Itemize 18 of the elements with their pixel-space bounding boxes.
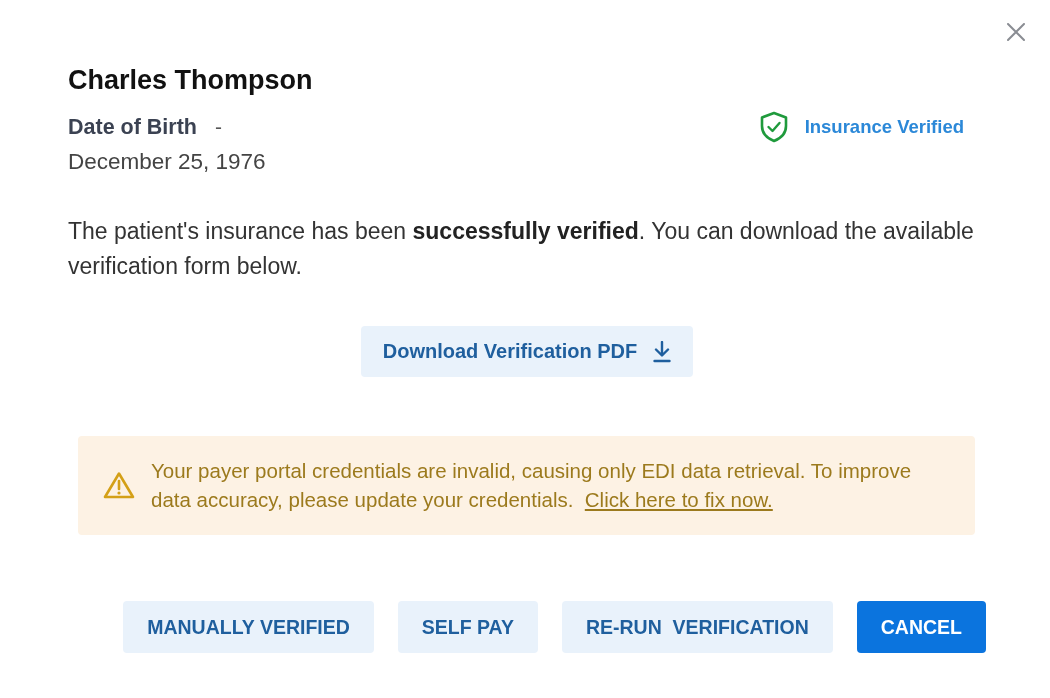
insurance-status-label: Insurance Verified [804, 115, 964, 139]
warning-icon [103, 471, 135, 499]
fix-now-link[interactable]: Click here to fix now. [584, 488, 773, 511]
primary-action-button[interactable]: CANCEL [856, 601, 986, 653]
close-icon [1007, 23, 1025, 41]
shield-check-icon [758, 111, 789, 143]
secondary-action-button[interactable]: SELF PAY [397, 601, 538, 653]
download-icon [653, 340, 672, 363]
patient-name: Charles Thompson [68, 64, 313, 96]
download-pdf-button[interactable]: Download Verification PDF [360, 326, 694, 377]
verification-message: The patient's insurance has been successfully verified. You can download the available verification form below. [68, 217, 975, 281]
warning-message: Your payer portal credentials are invalid, causing only EDI data retrieval. To improve data accuracy, please update your credentials. Click here to fix now. [151, 458, 913, 513]
dob-value: December 25, 1976 [68, 148, 266, 176]
close-button[interactable] [1004, 20, 1028, 44]
secondary-action-button[interactable]: RE-RUN VERIFICATION [561, 601, 833, 653]
dob-label: Date of Birth [68, 114, 197, 141]
dob-separator: - [215, 114, 222, 140]
secondary-action-button[interactable]: MANUALLY VERIFIED [123, 601, 374, 653]
